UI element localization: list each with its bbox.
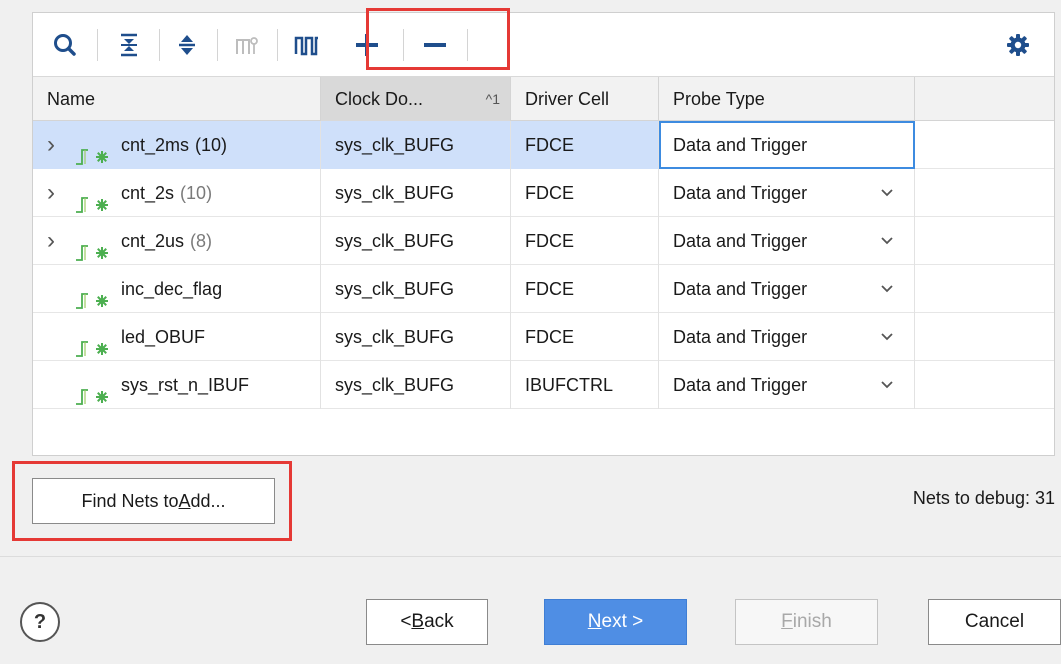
probe-type-value: Data and Trigger: [673, 375, 808, 395]
table-row[interactable]: › cnt_2us (8) sys_clk_BUFG FDCE Data and Trig…: [33, 217, 1054, 265]
cell-clock-domain: sys_clk_BUFG: [321, 265, 511, 313]
probe-type-value: Data and Trigger: [673, 183, 808, 203]
table-row[interactable]: › cnt_2s (10) sys_clk_BUFG FDCE Data and Trig…: [33, 169, 1054, 217]
column-header-clock-domain[interactable]: Clock Do... ^1: [321, 77, 511, 121]
sort-ascending-icon: ^1: [485, 91, 500, 107]
net-name: cnt_2us: [121, 231, 185, 251]
cell-driver: FDCE: [511, 265, 659, 313]
nets-to-debug-count: Nets to debug: 31: [912, 488, 1055, 508]
group-icon[interactable]: [227, 25, 267, 65]
probe-type-dropdown[interactable]: Data and Trigger: [659, 361, 915, 409]
net-name: cnt_2ms: [121, 135, 190, 155]
waveform-icon[interactable]: [287, 25, 327, 65]
net-bit-count: (8): [190, 231, 213, 251]
cell-name: › cnt_2s (10): [33, 169, 321, 217]
collapse-all-icon[interactable]: [109, 25, 149, 65]
cell-driver: FDCE: [511, 313, 659, 361]
net-signal-icon: [75, 184, 115, 213]
add-icon[interactable]: [347, 25, 387, 65]
help-icon[interactable]: ?: [20, 602, 60, 642]
net-signal-icon: [75, 376, 115, 405]
net-name: inc_dec_flag: [121, 279, 223, 299]
net-signal-icon: [75, 280, 115, 309]
cell-name: sys_rst_n_IBUF: [33, 361, 321, 409]
table-body: › cnt_2ms (10) sys_clk_BUFG FDCE Data and Tri…: [33, 121, 1054, 409]
cell-driver: FDCE: [511, 217, 659, 265]
expand-chevron-icon[interactable]: ›: [47, 121, 55, 169]
next-button[interactable]: Next >: [544, 599, 687, 645]
nets-table: Name Clock Do... ^1 Driver Cell Probe Ty…: [33, 77, 1054, 409]
net-bit-count: (10): [180, 183, 213, 203]
table-row[interactable]: inc_dec_flag sys_clk_BUFG FDCE Data and Tri…: [33, 265, 1054, 313]
gear-icon[interactable]: [998, 25, 1038, 65]
back-button[interactable]: < Back: [366, 599, 488, 645]
cell-name: inc_dec_flag: [33, 265, 321, 313]
net-signal-icon: [75, 328, 115, 357]
table-header: Name Clock Do... ^1 Driver Cell Probe Ty…: [33, 77, 1054, 121]
probe-type-value: Data and Trigger: [673, 279, 808, 299]
net-name: led_OBUF: [121, 327, 206, 347]
debug-wizard-page: Name Clock Do... ^1 Driver Cell Probe Ty…: [0, 0, 1061, 664]
cell-clock-domain: sys_clk_BUFG: [321, 361, 511, 409]
cell-driver: FDCE: [511, 121, 659, 169]
divider: [0, 556, 1061, 557]
expand-chevron-icon[interactable]: ›: [47, 169, 55, 217]
probe-type-dropdown[interactable]: Data and Trigger: [659, 169, 915, 217]
net-name: sys_rst_n_IBUF: [121, 375, 250, 395]
cell-clock-domain: sys_clk_BUFG: [321, 121, 511, 169]
expand-all-icon[interactable]: [167, 25, 207, 65]
finish-button[interactable]: Finish: [735, 599, 878, 645]
nets-panel: Name Clock Do... ^1 Driver Cell Probe Ty…: [32, 12, 1055, 456]
probe-type-value: Data and Trigger: [673, 327, 808, 347]
probe-type-dropdown[interactable]: Data and Trigger: [659, 265, 915, 313]
cancel-button[interactable]: Cancel: [928, 599, 1061, 645]
net-bit-count: (10): [195, 135, 228, 155]
column-header-driver-cell[interactable]: Driver Cell: [511, 77, 659, 121]
remove-icon[interactable]: [415, 25, 455, 65]
toolbar: [33, 13, 1054, 77]
probe-type-value: Data and Trigger: [673, 135, 808, 155]
cell-name: › cnt_2us (8): [33, 217, 321, 265]
find-nets-to-add-button[interactable]: Find Nets to Add...: [32, 478, 275, 524]
search-icon[interactable]: [45, 25, 85, 65]
net-signal-icon: [75, 232, 115, 261]
cell-name: › cnt_2ms (10): [33, 121, 321, 169]
chevron-down-icon[interactable]: [880, 361, 894, 429]
probe-type-value: Data and Trigger: [673, 231, 808, 251]
net-signal-icon: [75, 136, 115, 165]
cell-driver: IBUFCTRL: [511, 361, 659, 409]
cell-clock-domain: sys_clk_BUFG: [321, 217, 511, 265]
table-row[interactable]: sys_rst_n_IBUF sys_clk_BUFG IBUFCTRL Data a…: [33, 361, 1054, 409]
expand-chevron-icon[interactable]: ›: [47, 217, 55, 265]
cell-clock-domain: sys_clk_BUFG: [321, 169, 511, 217]
table-row[interactable]: led_OBUF sys_clk_BUFG FDCE Data and Trigger: [33, 313, 1054, 361]
probe-type-dropdown[interactable]: Data and Trigger: [659, 313, 915, 361]
net-name: cnt_2s: [121, 183, 175, 203]
column-header-probe-type[interactable]: Probe Type: [659, 77, 915, 121]
cell-driver: FDCE: [511, 169, 659, 217]
column-header-name[interactable]: Name: [33, 77, 321, 121]
cell-clock-domain: sys_clk_BUFG: [321, 313, 511, 361]
probe-type-dropdown[interactable]: Data and Trigger: [659, 217, 915, 265]
probe-type-dropdown[interactable]: Data and Trigger: [659, 121, 915, 169]
table-row[interactable]: › cnt_2ms (10) sys_clk_BUFG FDCE Data and Tri…: [33, 121, 1054, 169]
cell-name: led_OBUF: [33, 313, 321, 361]
